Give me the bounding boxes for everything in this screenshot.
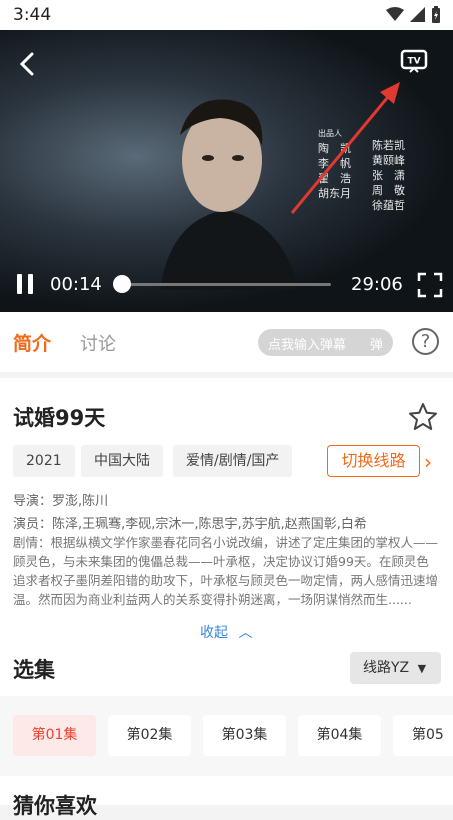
collapse-button[interactable]: 收起 ︿ (200, 622, 252, 642)
wifi-icon (386, 7, 404, 21)
caret-down-icon: ▼ (417, 662, 427, 675)
fullscreen-icon[interactable] (417, 272, 443, 298)
tag-region: 中国大陆 (81, 445, 163, 477)
route-label: 线路YZ (363, 660, 410, 676)
credit-line: 张 潇 (372, 169, 405, 182)
pause-icon[interactable] (14, 272, 36, 296)
credit-line: 周 敬 (372, 184, 405, 197)
credit-line: 李 帆 (318, 157, 351, 170)
video-credits: 出品人 陶 凯 李 帆 翟 浩 胡东月 (318, 126, 351, 201)
duration: 29:06 (351, 274, 403, 295)
credit-line: 胡东月 (318, 187, 351, 200)
plot: 剧情：根据纵横文学作家墨春花同名小说改编，讲述了定庄集团的掌权人——顾灵色，与未… (13, 535, 439, 607)
show-title: 试婚99天 (13, 406, 106, 430)
director: 导演：罗澎,陈川 (13, 494, 109, 509)
episode-item[interactable]: 第03集 (203, 715, 286, 756)
credit-line: 陈若凯 (372, 139, 405, 152)
credit-line: 徐蕴哲 (372, 199, 405, 212)
show-info: 试婚99天 2021 中国大陆 爱情/剧情/国产 切换线路 › 导演：罗澎,陈川… (0, 378, 453, 696)
route-select[interactable]: 线路YZ ▼ (350, 652, 441, 684)
detail-tabs: 简介 讨论 点我输入弹幕 弹 ? (0, 312, 453, 372)
video-player[interactable]: 出品人 陶 凯 李 帆 翟 浩 胡东月 陈若凯 黄颐峰 张 潇 周 敬 徐蕴哲 … (0, 30, 453, 312)
svg-text:TV: TV (407, 57, 420, 67)
credit-line: 出品人 (318, 129, 342, 138)
progress-thumb[interactable] (113, 275, 131, 293)
danmu-send-button[interactable]: 弹 (370, 334, 383, 353)
status-icons (386, 6, 441, 23)
tag-genre: 爱情/剧情/国产 (173, 445, 293, 477)
battery-icon (432, 6, 440, 23)
cast: 演员：陈泽,王珮骞,李砚,宗沐一,陈思宇,苏宇航,赵燕国彰,白希 (13, 517, 367, 532)
tag-year: 2021 (13, 445, 75, 477)
player-controls: 00:14 29:06 (0, 268, 453, 304)
tv-cast-icon[interactable]: TV (400, 48, 428, 76)
credit-line: 黄颐峰 (372, 154, 405, 167)
danmu-input[interactable]: 点我输入弹幕 弹 (258, 329, 393, 356)
video-frame-person (160, 99, 300, 290)
episode-item[interactable]: 第01集 (13, 715, 96, 756)
episode-item[interactable]: 第05 (393, 715, 453, 756)
credit-line: 陶 凯 (318, 142, 351, 155)
switch-route-button[interactable]: 切换线路 (327, 445, 420, 477)
episodes-heading: 选集 (13, 658, 55, 682)
help-icon[interactable]: ? (412, 328, 439, 355)
danmu-placeholder: 点我输入弹幕 (268, 338, 347, 353)
current-time: 00:14 (50, 274, 102, 295)
progress-track[interactable] (120, 283, 331, 286)
episode-item[interactable]: 第04集 (298, 715, 381, 756)
tab-intro[interactable]: 简介 (13, 329, 51, 356)
video-credits-right: 陈若凯 黄颐峰 张 潇 周 敬 徐蕴哲 (372, 138, 405, 213)
status-bar: 3:44 (0, 0, 453, 30)
chevron-right-icon[interactable]: › (424, 450, 432, 474)
credit-line: 翟 浩 (318, 172, 351, 185)
chevron-up-icon: ︿ (238, 625, 253, 641)
tab-discuss[interactable]: 讨论 (80, 330, 116, 356)
recommend-heading: 猜你喜欢 (13, 794, 97, 818)
recommend-section: 猜你喜欢 (0, 776, 453, 818)
episode-item[interactable]: 第02集 (108, 715, 191, 756)
collapse-label: 收起 (200, 625, 228, 641)
status-time: 3:44 (13, 5, 52, 25)
episode-list[interactable]: 第01集 第02集 第03集 第04集 第05 (0, 696, 453, 776)
back-icon[interactable] (14, 50, 42, 78)
signal-icon (410, 7, 425, 22)
favorite-star-icon[interactable] (408, 402, 438, 432)
